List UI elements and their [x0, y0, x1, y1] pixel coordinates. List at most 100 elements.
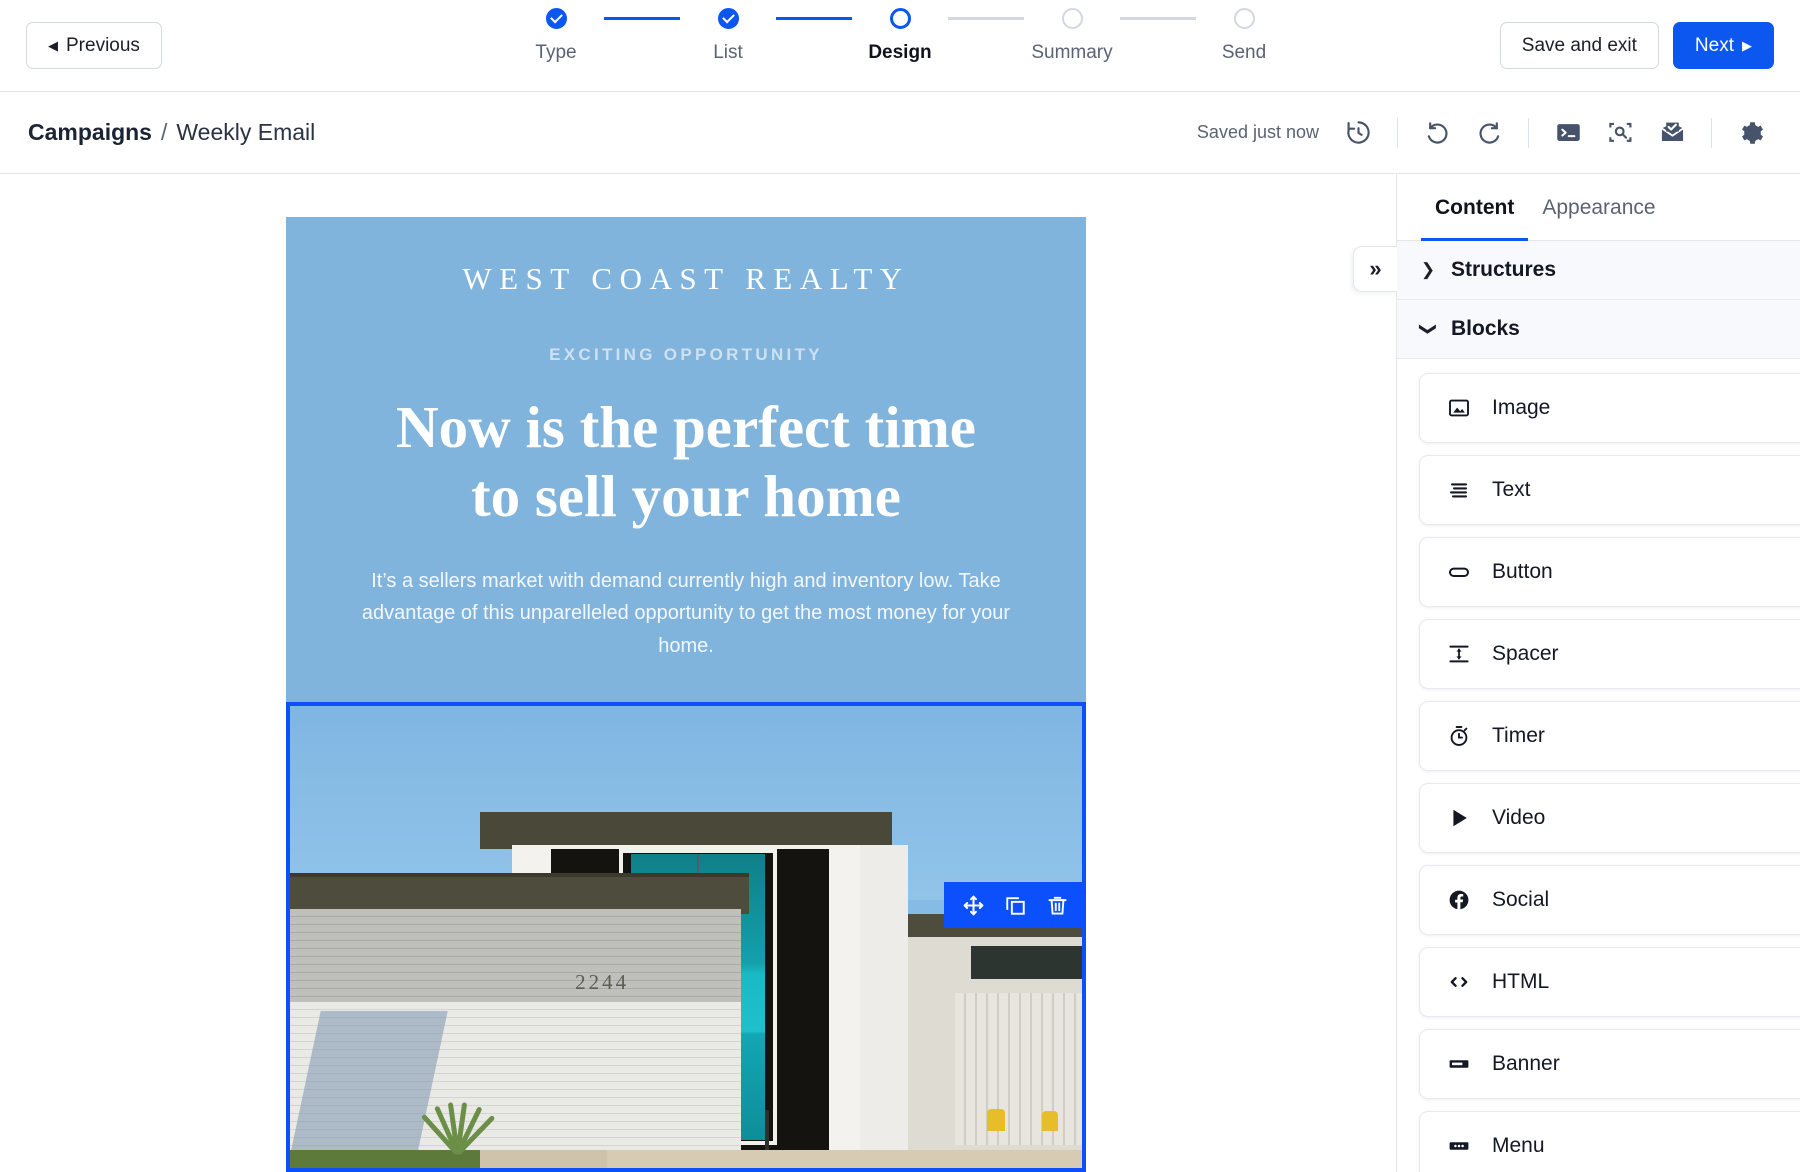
- step-connector: [948, 17, 1024, 20]
- block-label: Video: [1492, 806, 1545, 830]
- preview-icon[interactable]: [1599, 112, 1641, 154]
- photo-agave-plant: [417, 1084, 497, 1154]
- menu-icon: [1446, 1134, 1472, 1158]
- stepper-labels: Type List Design Summary Send: [470, 42, 1330, 64]
- block-item-spacer[interactable]: Spacer: [1419, 619, 1800, 689]
- next-button[interactable]: Next ▶: [1673, 22, 1774, 69]
- code-terminal-icon[interactable]: [1547, 112, 1589, 154]
- section-blocks[interactable]: ❯ Blocks: [1397, 300, 1800, 359]
- campaign-designer-app: ◀ Previous: [0, 0, 1800, 1172]
- step-label-type[interactable]: Type: [470, 42, 642, 64]
- section-structures[interactable]: ❯ Structures: [1397, 241, 1800, 300]
- previous-label: Previous: [66, 36, 140, 55]
- photo-right-fence: [955, 993, 1086, 1145]
- panel-tabs: Content Appearance: [1397, 174, 1800, 241]
- toolbar-divider: [1711, 118, 1712, 148]
- topbar-actions: Save and exit Next ▶: [1500, 22, 1774, 69]
- step-indicator-todo: [1234, 8, 1255, 29]
- email-canvas[interactable]: WEST COAST REALTY EXCITING OPPORTUNITY N…: [0, 174, 1396, 1172]
- photo-yellow-object: [1042, 1111, 1058, 1131]
- toolbar-divider: [1397, 118, 1398, 148]
- section-blocks-title: Blocks: [1451, 317, 1520, 341]
- step-node-send[interactable]: [1196, 8, 1292, 29]
- wizard-topbar: ◀ Previous: [0, 0, 1800, 92]
- settings-gear-icon[interactable]: [1730, 112, 1772, 154]
- toolbar-actions: Saved just now: [1197, 112, 1772, 154]
- block-item-video[interactable]: Video: [1419, 783, 1800, 853]
- step-indicator-done: [546, 8, 567, 29]
- step-label-list[interactable]: List: [642, 42, 814, 64]
- move-icon[interactable]: [954, 889, 992, 921]
- next-label: Next: [1695, 36, 1734, 55]
- block-label: HTML: [1492, 970, 1549, 994]
- block-item-timer[interactable]: Timer: [1419, 701, 1800, 771]
- breadcrumb: Campaigns / Weekly Email: [28, 119, 315, 146]
- block-item-menu[interactable]: Menu: [1419, 1111, 1800, 1172]
- step-label-send[interactable]: Send: [1158, 42, 1330, 64]
- block-label: Button: [1492, 560, 1553, 584]
- image-icon: [1446, 396, 1472, 420]
- test-email-icon[interactable]: [1651, 112, 1693, 154]
- content-panel: » Content Appearance ❯ Structures ❯ Bloc…: [1396, 174, 1800, 1172]
- step-node-type[interactable]: [508, 8, 604, 29]
- house-photo: 2244: [290, 706, 1082, 1168]
- block-item-html[interactable]: HTML: [1419, 947, 1800, 1017]
- email-template: WEST COAST REALTY EXCITING OPPORTUNITY N…: [286, 217, 1086, 1172]
- version-history-icon[interactable]: [1337, 112, 1379, 154]
- panel-scroll-area[interactable]: ❯ Structures ❯ Blocks: [1397, 241, 1800, 1172]
- chevron-left-icon: ◀: [48, 39, 58, 52]
- photo-right-window: [971, 946, 1086, 978]
- text-icon: [1446, 478, 1472, 502]
- step-label-design[interactable]: Design: [814, 42, 986, 64]
- button-icon: [1446, 560, 1472, 584]
- selected-image-block[interactable]: 2244: [286, 702, 1086, 1172]
- delete-icon[interactable]: [1038, 889, 1076, 921]
- step-label-summary[interactable]: Summary: [986, 42, 1158, 64]
- breadcrumb-campaigns-link[interactable]: Campaigns: [28, 119, 152, 146]
- block-item-button[interactable]: Button: [1419, 537, 1800, 607]
- photo-light-post: [765, 1110, 769, 1150]
- step-node-summary[interactable]: [1024, 8, 1120, 29]
- step-node-list[interactable]: [680, 8, 776, 29]
- block-label: Banner: [1492, 1052, 1560, 1076]
- section-structures-title: Structures: [1451, 258, 1556, 282]
- collapse-panel-button[interactable]: »: [1353, 246, 1397, 292]
- tab-content[interactable]: Content: [1421, 174, 1528, 241]
- redo-icon[interactable]: [1468, 112, 1510, 154]
- block-item-social[interactable]: Social: [1419, 865, 1800, 935]
- email-headline: Now is the perfect time to sell your hom…: [326, 393, 1046, 531]
- chevron-right-icon: ❯: [1419, 260, 1437, 280]
- saved-status: Saved just now: [1197, 122, 1319, 143]
- blocks-list: Image Text: [1397, 359, 1800, 1172]
- banner-icon: [1446, 1052, 1472, 1076]
- social-icon: [1446, 888, 1472, 912]
- save-and-exit-button[interactable]: Save and exit: [1500, 22, 1659, 69]
- previous-button[interactable]: ◀ Previous: [26, 22, 162, 69]
- timer-icon: [1446, 724, 1472, 748]
- video-icon: [1446, 806, 1472, 830]
- duplicate-icon[interactable]: [996, 889, 1034, 921]
- email-kicker: EXCITING OPPORTUNITY: [326, 345, 1046, 365]
- step-connector: [776, 17, 852, 20]
- block-label: Image: [1492, 396, 1550, 420]
- stepper-nodes: [508, 8, 1292, 29]
- email-brand-title: WEST COAST REALTY: [326, 261, 1046, 297]
- breadcrumb-current-campaign: Weekly Email: [176, 119, 315, 146]
- toolbar-divider: [1528, 118, 1529, 148]
- step-connector: [1120, 17, 1196, 20]
- undo-icon[interactable]: [1416, 112, 1458, 154]
- tab-appearance[interactable]: Appearance: [1528, 174, 1669, 241]
- block-item-banner[interactable]: Banner: [1419, 1029, 1800, 1099]
- photo-address-number: 2244: [575, 970, 629, 995]
- email-header-block[interactable]: WEST COAST REALTY EXCITING OPPORTUNITY N…: [286, 217, 1086, 702]
- spacer-icon: [1446, 642, 1472, 666]
- photo-left-roof: [286, 873, 749, 915]
- step-node-design[interactable]: [852, 8, 948, 29]
- block-label: Spacer: [1492, 642, 1559, 666]
- photo-right-pillar: [860, 845, 908, 1150]
- photo-yellow-object: [987, 1109, 1005, 1131]
- chevron-down-icon: ❯: [1418, 320, 1438, 338]
- block-item-text[interactable]: Text: [1419, 455, 1800, 525]
- block-item-image[interactable]: Image: [1419, 373, 1800, 443]
- chevron-right-icon: ▶: [1742, 39, 1752, 52]
